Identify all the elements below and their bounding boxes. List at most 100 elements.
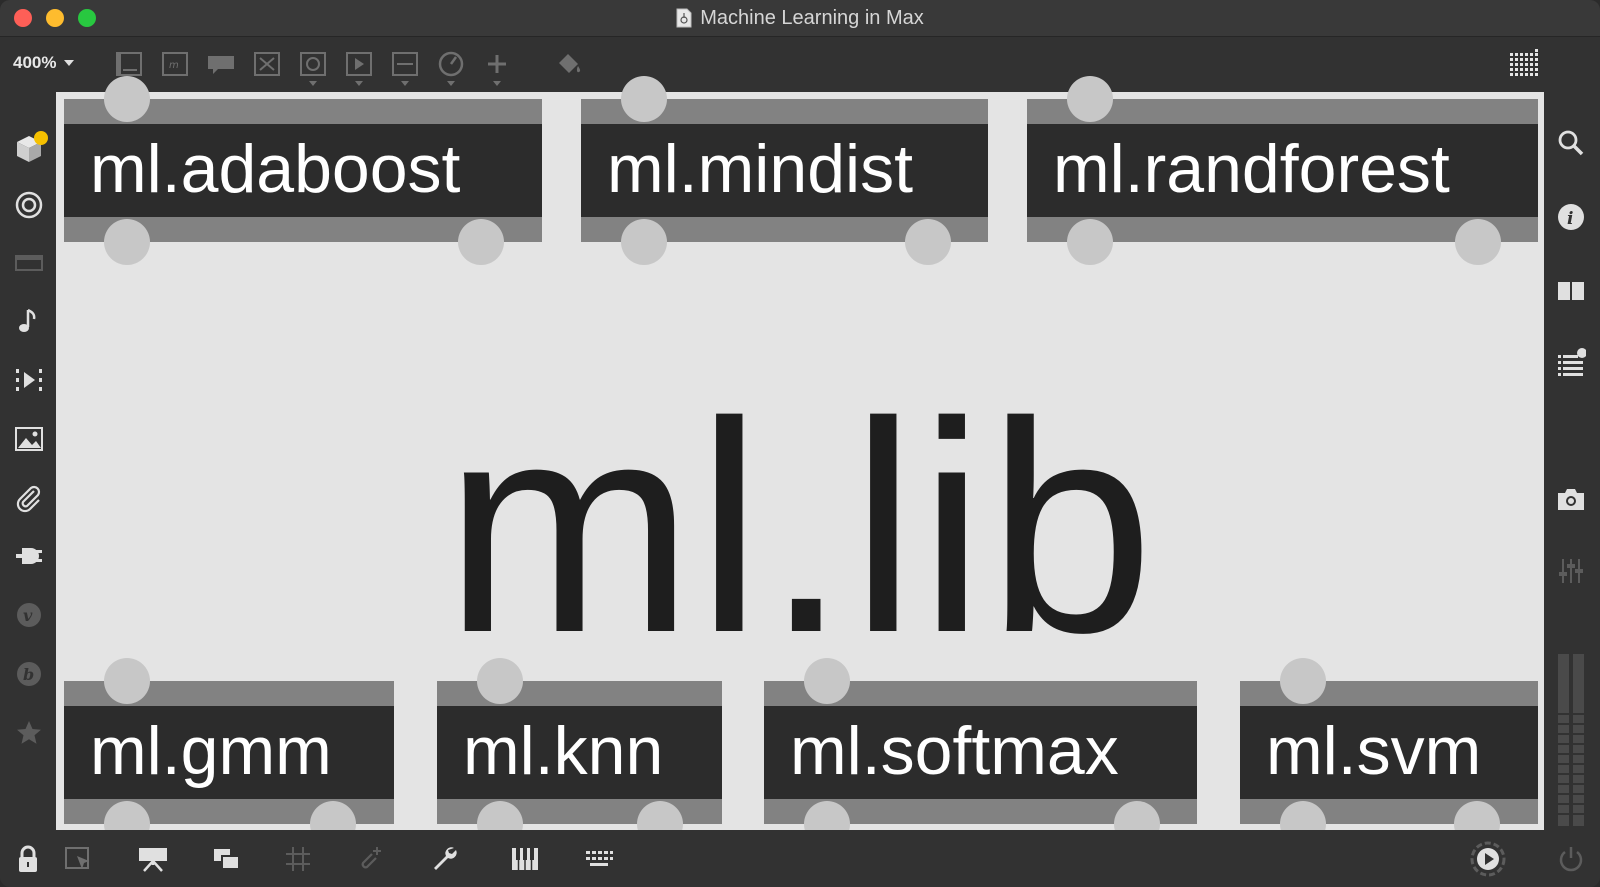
object-box[interactable]: ml.knn bbox=[437, 658, 722, 847]
object-label: ml.svm bbox=[1266, 713, 1482, 789]
outlet-bar bbox=[764, 799, 1197, 847]
power-icon[interactable] bbox=[1556, 844, 1586, 874]
paint-bucket-icon[interactable] bbox=[554, 49, 584, 79]
object-box[interactable]: ml.randforest bbox=[1027, 76, 1538, 265]
vizzie-icon[interactable]: v bbox=[14, 600, 44, 630]
reference-book-icon[interactable] bbox=[1556, 276, 1586, 306]
svg-text:m: m bbox=[169, 60, 179, 71]
window-title: Machine Learning in Max bbox=[700, 6, 924, 29]
object-label: ml.mindist bbox=[607, 131, 914, 207]
object-box[interactable]: ml.softmax bbox=[764, 658, 1197, 847]
title-wrap: Machine Learning in Max bbox=[0, 0, 1600, 36]
playbar-icon[interactable] bbox=[344, 49, 374, 79]
dial-icon[interactable] bbox=[436, 49, 466, 79]
beap-icon[interactable]: b bbox=[14, 659, 44, 689]
outlet-port[interactable] bbox=[1455, 219, 1501, 265]
image-icon[interactable] bbox=[14, 424, 44, 454]
object-label: ml.adaboost bbox=[90, 131, 461, 207]
object-label: ml.softmax bbox=[790, 713, 1119, 789]
zoom-menu[interactable]: 400% bbox=[13, 53, 75, 73]
inlet-port[interactable] bbox=[621, 76, 667, 122]
outlet-bar bbox=[1027, 217, 1538, 265]
svg-text:i: i bbox=[1567, 209, 1573, 229]
star-icon[interactable] bbox=[14, 718, 44, 748]
patcher-document-icon bbox=[676, 8, 692, 28]
object-box[interactable]: ml.adaboost bbox=[64, 76, 542, 265]
object-label: ml.gmm bbox=[90, 713, 332, 789]
presentation-select-icon[interactable] bbox=[63, 844, 93, 874]
outlet-port[interactable] bbox=[621, 219, 667, 265]
outlet-port[interactable] bbox=[104, 219, 150, 265]
outlet-bar bbox=[1240, 799, 1538, 847]
video-clips-icon[interactable] bbox=[14, 365, 44, 395]
object-box[interactable]: ml.mindist bbox=[581, 76, 988, 265]
object-label: ml.knn bbox=[463, 713, 664, 789]
windows-stack-icon[interactable] bbox=[212, 844, 242, 874]
slider-icon[interactable] bbox=[390, 49, 420, 79]
toggle-icon[interactable] bbox=[252, 49, 282, 79]
outlet-bar bbox=[64, 799, 394, 847]
piano-keys-icon[interactable] bbox=[510, 844, 540, 874]
mixer-sliders-icon[interactable] bbox=[1556, 556, 1586, 586]
lock-icon[interactable] bbox=[13, 844, 43, 874]
inlet-port[interactable] bbox=[1280, 658, 1326, 704]
search-icon[interactable] bbox=[1556, 128, 1586, 158]
comment-icon[interactable] bbox=[206, 49, 236, 79]
playbar-dropdown-arrow[interactable] bbox=[355, 81, 363, 86]
top-toolbar: 400% m bbox=[0, 37, 1600, 91]
grid-snap-icon[interactable] bbox=[283, 844, 313, 874]
button-icon[interactable] bbox=[298, 49, 328, 79]
add-dropdown-arrow[interactable] bbox=[493, 81, 501, 86]
inlet-port[interactable] bbox=[104, 76, 150, 122]
device-icon[interactable] bbox=[14, 248, 44, 278]
inlet-port[interactable] bbox=[104, 658, 150, 704]
audio-level-meter bbox=[1558, 654, 1584, 826]
outlet-bar bbox=[581, 217, 988, 265]
add-icon[interactable] bbox=[482, 49, 512, 79]
wrench-icon[interactable] bbox=[430, 844, 460, 874]
outlet-bar bbox=[64, 217, 542, 265]
snapshot-camera-icon[interactable] bbox=[1556, 484, 1586, 514]
play-audio-icon[interactable] bbox=[1469, 840, 1507, 878]
object-label: ml.randforest bbox=[1053, 131, 1450, 207]
console-list-icon[interactable] bbox=[1556, 348, 1586, 378]
newobject-icon[interactable] bbox=[114, 49, 144, 79]
presentation-mode-icon[interactable] bbox=[138, 844, 168, 874]
outlet-port[interactable] bbox=[1067, 219, 1113, 265]
music-note-icon[interactable] bbox=[14, 306, 44, 336]
bottom-toolbar bbox=[0, 830, 1600, 887]
add-attachment-icon[interactable] bbox=[355, 844, 385, 874]
zoom-level: 400% bbox=[13, 53, 57, 72]
dial-dropdown-arrow[interactable] bbox=[447, 81, 455, 86]
chevron-down-icon bbox=[64, 60, 75, 66]
inlet-bar bbox=[764, 658, 1197, 706]
max-patcher-window: Machine Learning in Max 400% m v b i ml.… bbox=[0, 0, 1600, 887]
patch-title: ml.lib bbox=[443, 359, 1157, 695]
inlet-port[interactable] bbox=[1067, 76, 1113, 122]
target-icon[interactable] bbox=[14, 190, 44, 220]
grid-view-icon[interactable] bbox=[1508, 47, 1542, 81]
paperclip-icon[interactable] bbox=[14, 483, 44, 513]
inlet-port[interactable] bbox=[804, 658, 850, 704]
title-bar: Machine Learning in Max bbox=[0, 0, 1600, 37]
object-box[interactable]: ml.gmm bbox=[64, 658, 394, 847]
message-icon[interactable]: m bbox=[160, 49, 190, 79]
info-icon[interactable]: i bbox=[1556, 202, 1586, 232]
inlet-bar bbox=[437, 658, 722, 706]
outlet-port[interactable] bbox=[458, 219, 504, 265]
inlet-bar bbox=[64, 76, 542, 124]
outlet-port[interactable] bbox=[905, 219, 951, 265]
inlet-port[interactable] bbox=[477, 658, 523, 704]
computer-keyboard-icon[interactable] bbox=[584, 844, 614, 874]
inlet-bar bbox=[1240, 658, 1538, 706]
svg-text:v: v bbox=[23, 606, 33, 625]
svg-text:b: b bbox=[23, 665, 34, 684]
plugin-icon[interactable] bbox=[14, 541, 44, 571]
slider-dropdown-arrow[interactable] bbox=[401, 81, 409, 86]
patcher-canvas[interactable]: ml.adaboost ml.mindist ml.randforest ml.… bbox=[56, 76, 1544, 847]
object-box[interactable]: ml.svm bbox=[1240, 658, 1538, 847]
button-dropdown-arrow[interactable] bbox=[309, 81, 317, 86]
outlet-bar bbox=[437, 799, 722, 847]
packages-cube-icon[interactable] bbox=[13, 130, 49, 166]
inlet-bar bbox=[1027, 76, 1538, 124]
